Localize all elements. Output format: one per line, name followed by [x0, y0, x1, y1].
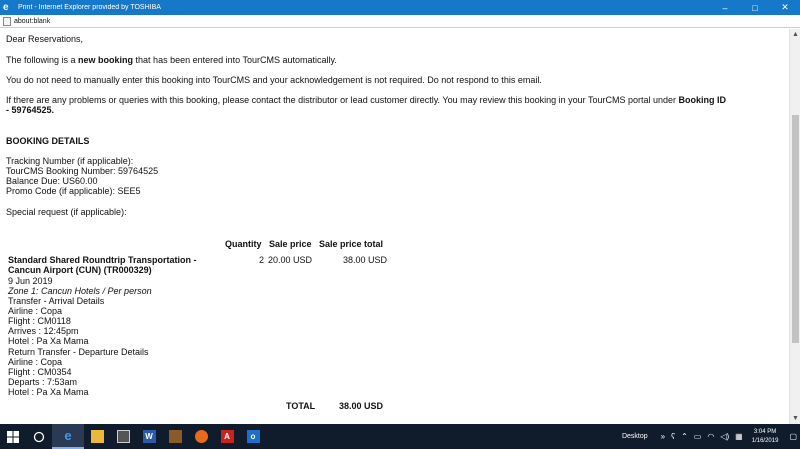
- windows-start-icon[interactable]: [0, 424, 26, 449]
- header-sale-price: Sale price: [269, 239, 312, 249]
- system-tray: Desktop » ʕ ⌃ ▭ ◠ ◁) ▦ 3:04 PM 1/16/2019…: [622, 424, 800, 449]
- item-quantity: 2: [259, 255, 265, 265]
- chevron-icon[interactable]: »: [661, 432, 665, 441]
- calculator-icon[interactable]: [110, 424, 136, 449]
- detail-line: Hotel : Pa Xa Mama: [8, 387, 89, 397]
- clock[interactable]: 3:04 PM 1/16/2019: [752, 428, 779, 446]
- search-icon[interactable]: [26, 424, 52, 449]
- people-icon[interactable]: ʕ: [671, 432, 675, 441]
- item-name-line2: Cancun Airport (CUN) (TR000329): [8, 265, 152, 275]
- battery-icon[interactable]: ▭: [694, 432, 702, 441]
- address-text: about:blank: [14, 17, 51, 25]
- show-hidden-icons-icon[interactable]: ⌃: [681, 432, 688, 441]
- minimize-button[interactable]: –: [710, 3, 740, 13]
- window-titlebar: e Print - Internet Explorer provided by …: [0, 0, 800, 15]
- volume-icon[interactable]: ◁): [720, 432, 729, 441]
- word-icon[interactable]: W: [136, 424, 162, 449]
- app-icon[interactable]: [162, 424, 188, 449]
- taskbar: e W A o Desktop » ʕ ⌃ ▭ ◠ ◁) ▦ 3:04 PM 1…: [0, 424, 800, 449]
- notice-line: You do not need to manually enter this b…: [6, 75, 542, 85]
- scroll-up-icon[interactable]: ▲: [790, 29, 800, 40]
- edge-icon[interactable]: e: [52, 424, 84, 449]
- network-icon[interactable]: ◠: [707, 432, 714, 441]
- greeting: Dear Reservations,: [6, 34, 84, 44]
- promo-code: Promo Code (if applicable): SEE5: [6, 186, 141, 196]
- intro-line: The following is a new booking that has …: [6, 55, 337, 65]
- problems-line: If there are any problems or queries wit…: [6, 95, 727, 105]
- total-value: 38.00 USD: [339, 401, 384, 411]
- page-icon: [3, 16, 11, 26]
- address-bar[interactable]: about:blank: [0, 15, 800, 28]
- total-label: TOTAL: [286, 401, 316, 411]
- detail-line: Hotel : Pa Xa Mama: [8, 336, 89, 346]
- notification-icon[interactable]: ▢: [789, 432, 797, 441]
- email-body: Dear Reservations, The following is a ne…: [0, 29, 789, 424]
- maximize-button[interactable]: □: [740, 3, 770, 13]
- clock-time: 3:04 PM: [753, 428, 777, 435]
- internet-explorer-icon: e: [3, 2, 9, 13]
- scroll-down-icon[interactable]: ▼: [790, 413, 800, 424]
- clock-date: 1/16/2019: [751, 437, 779, 444]
- window-title: Print - Internet Explorer provided by TO…: [18, 4, 161, 11]
- header-quantity: Quantity: [225, 239, 262, 249]
- keyboard-icon[interactable]: ▦: [735, 432, 743, 441]
- header-sale-price-total: Sale price total: [319, 239, 384, 249]
- item-sale-price: 20.00 USD: [268, 255, 313, 265]
- desktop-toolbar-label[interactable]: Desktop: [622, 433, 648, 440]
- item-total: 38.00 USD: [343, 255, 388, 265]
- scroll-thumb[interactable]: [792, 115, 799, 343]
- section-title: BOOKING DETAILS: [6, 136, 90, 146]
- outlook-icon[interactable]: o: [240, 424, 266, 449]
- acrobat-icon[interactable]: A: [214, 424, 240, 449]
- booking-id: - 59764525.: [6, 105, 55, 115]
- firefox-icon[interactable]: [188, 424, 214, 449]
- file-explorer-icon[interactable]: [84, 424, 110, 449]
- close-button[interactable]: ✕: [770, 2, 800, 13]
- vertical-scrollbar[interactable]: ▲ ▼: [789, 29, 800, 424]
- special-request: Special request (if applicable):: [6, 207, 127, 217]
